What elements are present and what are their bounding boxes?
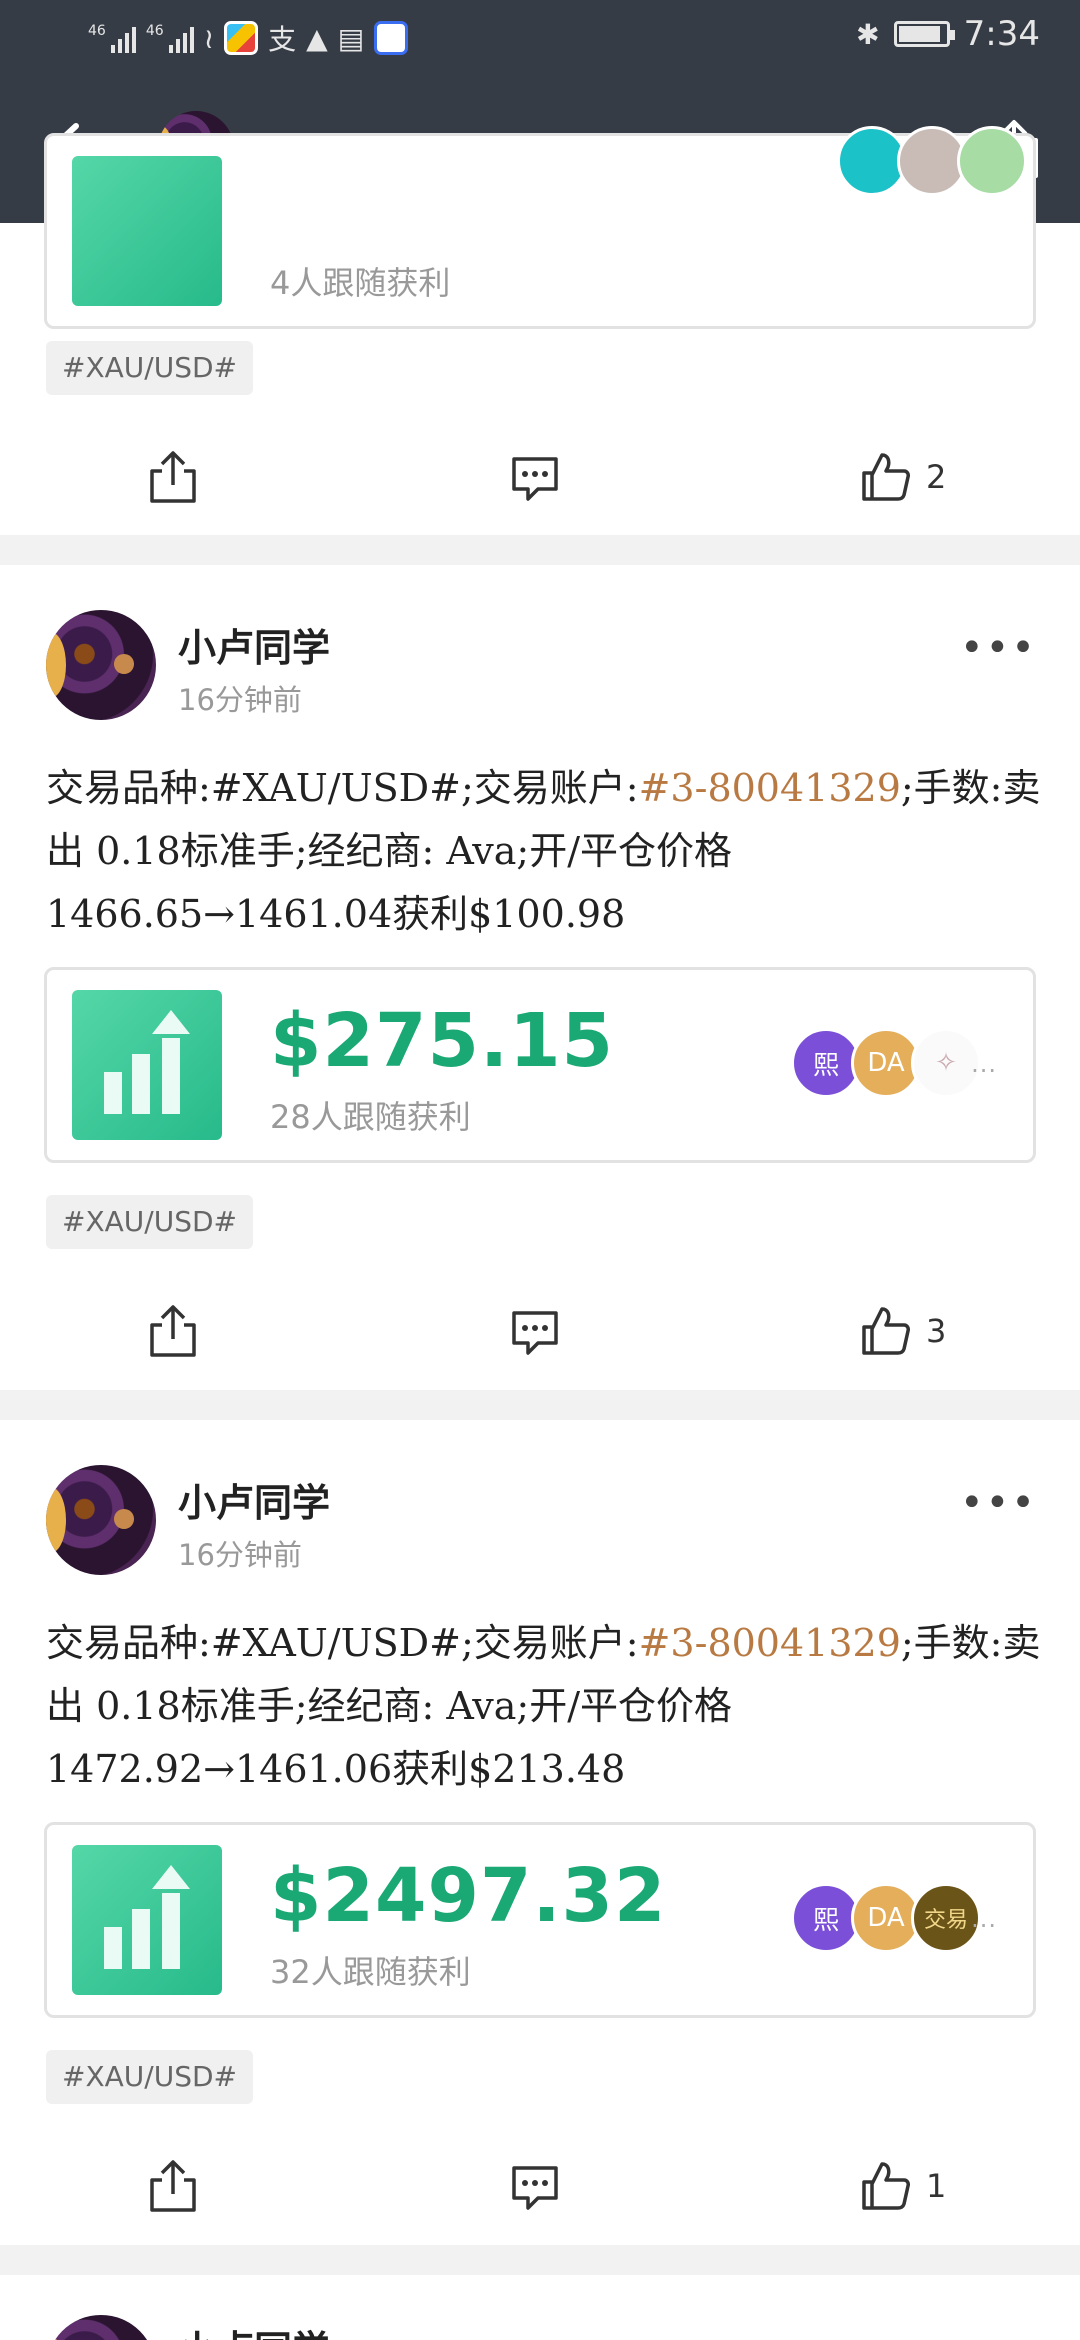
profit-amount: $2497.32 [270,1853,667,1939]
comment-button[interactable] [508,1303,562,1359]
like-button[interactable]: 1 [858,2158,946,2214]
comment-icon [512,2166,558,2210]
follower-avatars[interactable]: 熙 DA 交易 [791,1883,981,1953]
chart-up-icon [72,156,222,306]
share-icon [150,2160,196,2212]
share-icon [150,451,196,503]
share-button[interactable] [146,449,200,505]
profit-followers-text: 28人跟随获利 [270,1098,471,1136]
like-count: 3 [926,1312,947,1350]
account-link[interactable]: #3-80041329 [639,1621,901,1665]
post-actions: 2 [0,425,1080,525]
topic-tag[interactable]: #XAU/USD# [46,2050,254,2104]
post-actions: 3 [0,1279,1080,1379]
divider [0,1390,1080,1420]
comment-button[interactable] [508,449,562,505]
chart-up-icon [72,1845,222,1995]
post-text-start: 交易品种:#XAU/USD#;交易账户: [46,766,639,810]
battery-icon [893,21,955,47]
profit-followers-text: 32人跟随获利 [270,1953,471,1991]
alipay-icon: 支 [268,23,297,56]
post-time: 16分钟前 [178,683,302,717]
status-time: 7:34 [963,14,1040,54]
like-count: 1 [926,2167,947,2205]
baidu-icon [374,21,409,55]
cellular-signal-icon: 46 [88,23,136,53]
follower-avatars[interactable] [837,126,1027,196]
comment-button[interactable] [508,2158,562,2214]
avatar[interactable] [46,2315,156,2340]
more-options-icon[interactable]: ••• [960,625,1037,671]
share-icon [150,1305,196,1357]
comment-icon [512,457,558,501]
topic-tag[interactable]: #XAU/USD# [46,1195,254,1249]
follower-avatar [957,126,1027,196]
post-text-start: 交易品种:#XAU/USD#;交易账户: [46,1621,639,1665]
profit-card[interactable]: $275.15 28人跟随获利 熙 DA ✧ ... [44,967,1036,1163]
post-body[interactable]: 交易品种:#XAU/USD#;交易账户:#3-80041329;手数:卖出 0.… [46,757,1046,946]
post-partial-bottom: 小卢同学 [0,2275,1080,2340]
post-time: 16分钟前 [178,1538,302,1572]
thumbs-up-icon [862,1307,910,1355]
play-store-icon [224,21,259,55]
post-body[interactable]: 交易品种:#XAU/USD#;交易账户:#3-80041329;手数:卖出 0.… [46,1612,1046,1801]
comment-icon [512,1311,558,1355]
bluetooth-icon: ✱ [856,17,880,51]
profit-amount: $275.15 [270,998,615,1084]
more-followers-indicator[interactable]: ... [971,1905,997,1933]
share-button[interactable] [146,1303,200,1359]
divider [0,2245,1080,2275]
like-count: 2 [926,458,947,496]
author-name[interactable]: 小卢同学 [178,2319,330,2340]
profit-card[interactable]: 4人跟随获利 [44,126,1036,329]
like-button[interactable]: 3 [858,1303,946,1359]
post-card: 小卢同学 16分钟前 ••• 交易品种:#XAU/USD#;交易账户:#3-80… [0,565,1080,1390]
cellular-signal-2-icon: 46 [146,23,194,53]
divider [0,535,1080,565]
share-button[interactable] [146,2158,200,2214]
author-name[interactable]: 小卢同学 [178,617,330,672]
follower-avatars[interactable]: 熙 DA ✧ [791,1028,981,1098]
status-bar: 46 46 ≀ 支 ▲ ▤ ✱ 7:34 [0,0,1080,78]
thumbs-up-icon [862,2162,910,2210]
topic-tag[interactable]: #XAU/USD# [46,341,254,395]
avatar[interactable] [46,610,156,720]
avatar[interactable] [46,1465,156,1575]
account-link[interactable]: #3-80041329 [639,766,901,810]
author-name[interactable]: 小卢同学 [178,1472,330,1527]
post-actions: 1 [0,2134,1080,2234]
post-partial-top: 4人跟随获利 #XAU/USD# 2 [0,126,1080,535]
more-options-icon[interactable]: ••• [960,1480,1037,1526]
thumbs-up-icon [862,453,910,501]
upload-notification-icon: ▲ [306,21,328,55]
wifi-icon: ≀ [203,21,215,55]
post-card: 小卢同学 16分钟前 ••• 交易品种:#XAU/USD#;交易账户:#3-80… [0,1420,1080,2245]
briefcase-icon: ▤ [337,21,365,55]
more-followers-indicator[interactable]: ... [971,1050,997,1078]
chart-up-icon [72,990,222,1140]
like-button[interactable]: 2 [858,449,946,505]
profit-followers-text: 4人跟随获利 [270,264,451,302]
profit-card[interactable]: $2497.32 32人跟随获利 熙 DA 交易 ... [44,1822,1036,2018]
